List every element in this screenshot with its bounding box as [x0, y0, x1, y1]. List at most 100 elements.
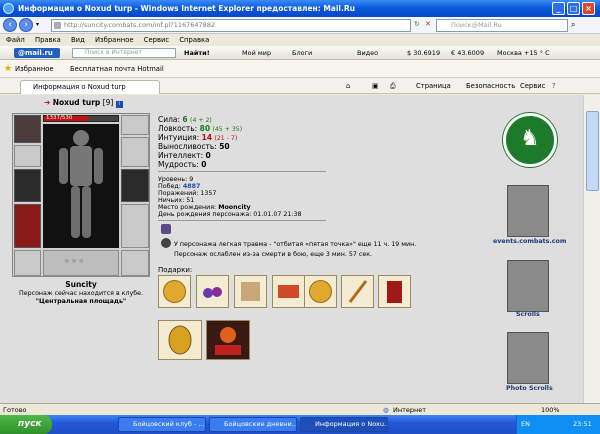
rings-slot[interactable]: [121, 137, 149, 167]
tab-label: Информация о Noxud turp: [33, 83, 126, 91]
amulet-slot[interactable]: [121, 115, 149, 135]
gift-item[interactable]: [206, 320, 250, 360]
weapon-slot[interactable]: [121, 169, 149, 202]
belt-slot[interactable]: [14, 250, 41, 276]
stat-intellect: Интеллект: 0: [158, 151, 211, 160]
earrings-slot[interactable]: [14, 145, 41, 167]
gloves-slot[interactable]: [14, 169, 41, 202]
home-icon[interactable]: ⌂: [346, 78, 350, 94]
mailru-logo[interactable]: @mail.ru: [14, 48, 60, 58]
equipment-panel: 1337/530 ☼ ☼ ☼: [12, 113, 150, 277]
info-wins: Побед: 4887: [158, 183, 200, 190]
menu-view[interactable]: Вид: [71, 36, 85, 44]
events-link[interactable]: events.combats.com: [493, 238, 566, 245]
stop-icon[interactable]: ✕: [425, 20, 431, 28]
scrolls-link[interactable]: Scrolls: [516, 311, 540, 318]
divider: [158, 220, 326, 221]
usd-rate[interactable]: $ 30.6919: [407, 46, 440, 60]
feeds-icon[interactable]: ▣: [372, 78, 378, 94]
menu-help[interactable]: Справка: [179, 36, 209, 44]
weakness-effect-icon[interactable]: [161, 238, 171, 248]
gift-item[interactable]: [158, 320, 202, 360]
armor-slot[interactable]: [14, 204, 41, 248]
page-menu[interactable]: Страница: [416, 78, 451, 94]
forward-icon[interactable]: ›: [19, 18, 33, 32]
menu-file[interactable]: Файл: [6, 36, 25, 44]
window-title: Информация о Noxud turp - Windows Intern…: [18, 4, 355, 13]
safety-menu[interactable]: Безопасность: [466, 78, 515, 94]
photo-scrolls-link[interactable]: Photo Scrolls: [506, 385, 553, 392]
scrollbar-thumb[interactable]: [586, 111, 599, 191]
search-icon[interactable]: ⌕: [571, 20, 575, 30]
my-world-link[interactable]: Мой мир: [242, 46, 271, 60]
gift-item[interactable]: [341, 275, 374, 308]
print-icon[interactable]: ⎙: [390, 78, 395, 94]
gift-item[interactable]: [378, 275, 411, 308]
info-draws: Ничьих: 51: [158, 197, 195, 204]
history-dropdown-icon[interactable]: ▾: [36, 21, 39, 28]
endurance-label: Выносливость:: [158, 142, 217, 151]
eur-rate[interactable]: € 43.6009: [451, 46, 484, 60]
info-icon[interactable]: i: [115, 101, 123, 108]
mailru-search-input[interactable]: Поиск в Интернет: [72, 48, 176, 58]
menu-tools[interactable]: Сервис: [144, 36, 169, 44]
stat-intuition: Интуиция: 14 (21 - 7): [158, 133, 237, 142]
stat-wisdom: Мудрость: 0: [158, 160, 207, 169]
maximize-button[interactable]: □: [567, 2, 580, 15]
boots-slot[interactable]: [121, 250, 149, 276]
gift-item[interactable]: [272, 275, 305, 308]
hotmail-link[interactable]: Бесплатная почта Hotmail: [70, 60, 164, 78]
trauma-text: У персонажа легкая травма - "отбитая «пя…: [174, 241, 417, 248]
events-icon[interactable]: ♞: [503, 113, 557, 167]
ie-logo-icon: [3, 3, 14, 14]
broom-icon: [348, 280, 368, 303]
search-field[interactable]: Поиск@Mail.Ru: [436, 19, 568, 32]
menu-favorites[interactable]: Избранное: [95, 36, 134, 44]
gift-item[interactable]: [304, 275, 337, 308]
minimize-button[interactable]: _: [552, 2, 565, 15]
language-indicator[interactable]: EN: [521, 415, 530, 434]
service-menu[interactable]: Сервис: [520, 78, 545, 94]
menu-edit[interactable]: Правка: [35, 36, 61, 44]
trauma-effect-icon[interactable]: [161, 224, 171, 234]
arrow-icon: ➔: [44, 98, 51, 107]
gift-item[interactable]: [196, 275, 229, 308]
scrolls-banner[interactable]: [507, 260, 549, 312]
page-content: ➔ Noxud turp [9] i 1337/530 ☼ ☼ ☼ Suncit…: [0, 95, 600, 403]
gift-item[interactable]: [234, 275, 267, 308]
character-name[interactable]: Noxud turp: [53, 98, 101, 107]
find-button[interactable]: Найти!: [184, 46, 210, 60]
potions-icon: [203, 287, 222, 298]
city-emblem-slot[interactable]: ☼ ☼ ☼: [43, 250, 119, 276]
helmet-slot[interactable]: [14, 115, 41, 143]
taskbar-item[interactable]: Бойцовский клуб - ...: [118, 417, 206, 432]
url-field[interactable]: http://suncity.combats.com/inf.pl?116764…: [51, 19, 411, 32]
taskbar-item-active[interactable]: Информация о Noxu...: [300, 417, 388, 432]
gift-item[interactable]: [158, 275, 191, 308]
agility-extra: (45 + 35): [212, 126, 243, 133]
start-button[interactable]: пуск: [0, 415, 52, 434]
star-icon: ★: [4, 64, 13, 74]
tab-active[interactable]: Информация о Noxud turp: [20, 80, 160, 94]
blogs-link[interactable]: Блоги: [292, 46, 312, 60]
taskbar-item[interactable]: Бойцовские дневни...: [209, 417, 297, 432]
vertical-scrollbar[interactable]: [583, 95, 600, 403]
weather-link[interactable]: Москва +15 ° С: [497, 46, 550, 60]
intuition-extra: (21 - 7): [214, 135, 238, 142]
refresh-icon[interactable]: ↻: [414, 20, 420, 28]
photo-scrolls-banner[interactable]: [507, 332, 549, 384]
egg-icon: [168, 325, 192, 355]
stat-strength: Сила: 6 (4 + 2): [158, 115, 212, 124]
page-icon: [54, 22, 61, 29]
events-banner[interactable]: [507, 185, 549, 237]
back-icon[interactable]: ‹: [3, 18, 17, 32]
video-link[interactable]: Видео: [357, 46, 378, 60]
help-icon[interactable]: ?: [552, 78, 556, 94]
endurance-value: 50: [219, 142, 230, 151]
close-button[interactable]: ×: [582, 2, 595, 15]
title-bar: Информация о Noxud turp - Windows Intern…: [0, 0, 600, 17]
menu-bar: Файл Правка Вид Избранное Сервис Справка: [0, 34, 600, 46]
shield-slot[interactable]: [121, 204, 149, 248]
favorites-button[interactable]: Избранное: [15, 60, 54, 78]
wisdom-label: Мудрость:: [158, 160, 199, 169]
